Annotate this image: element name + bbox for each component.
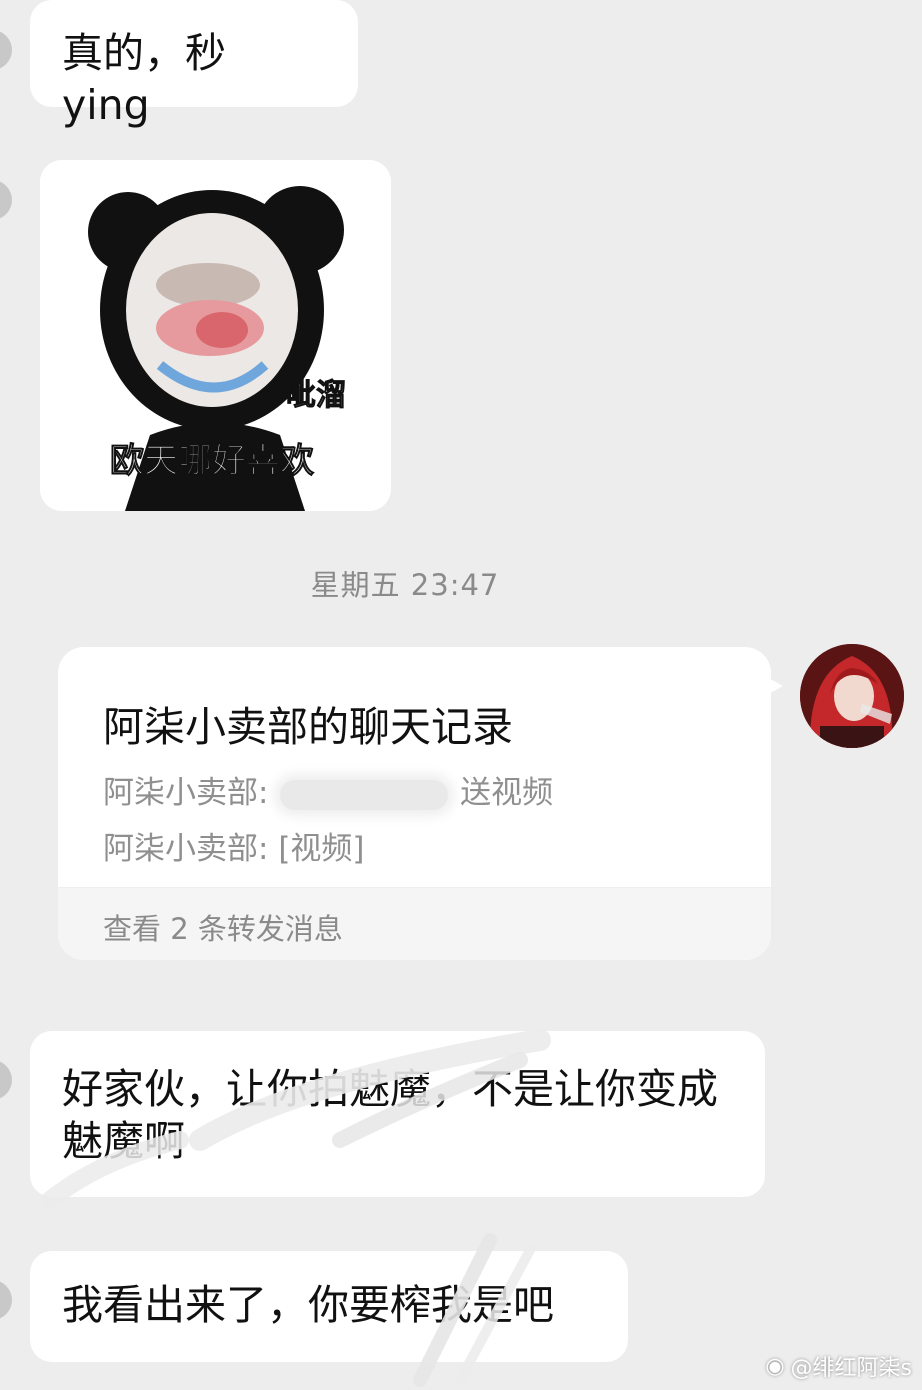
timestamp: 星期五 23:47 [310,568,500,602]
message-text: 好家伙，让你拍魅魔，不是让你变成魅魔啊 [62,1065,718,1165]
message-bubble[interactable]: 真的，秒 ying [30,0,358,129]
bubble-tail [765,676,783,696]
forwarded-preview-line: 阿柒小卖部: [视频] [103,823,365,868]
panda-meme-sticker: 欧天哪好喜欢 呲溜 [40,160,391,511]
contact-avatar[interactable] [0,1060,12,1100]
message-bubble[interactable]: 好家伙，让你拍魅魔，不是让你变成魅魔啊 [30,1031,765,1197]
watermark-text: @绯红阿柒s [790,1356,912,1381]
sticker-message[interactable]: 欧天哪好喜欢 呲溜 [40,160,391,511]
sticker-caption-side: 呲溜 [286,379,346,412]
forwarded-card-footer[interactable]: 查看 2 条转发消息 [58,887,771,960]
preview-text: [视频] [278,831,365,867]
preview-sender: 阿柒小卖部: [103,831,269,867]
contact-avatar[interactable] [0,180,12,220]
contact-avatar[interactable] [0,30,12,70]
forwarded-preview-line: 阿柒小卖部: 送视频 [103,767,553,812]
contact-avatar[interactable] [0,1280,12,1320]
message-bubble[interactable]: 我看出来了，你要榨我是吧 [30,1251,628,1362]
self-avatar[interactable] [800,644,904,748]
view-forwarded-link[interactable]: 查看 2 条转发消息 [103,906,343,948]
message-text: 真的，秒 ying [62,29,226,129]
weibo-logo-icon: ◉ [765,1353,785,1379]
blurred-redaction [280,779,449,810]
weibo-watermark: ◉ @绯红阿柒s [765,1350,912,1382]
forwarded-chat-card[interactable]: 阿柒小卖部的聊天记录 阿柒小卖部: 送视频 阿柒小卖部: [视频] 查看 2 条… [58,647,771,960]
sticker-caption-main: 欧天哪好喜欢 [110,442,314,480]
forwarded-card-title: 阿柒小卖部的聊天记录 [103,703,513,751]
preview-text: 送视频 [460,775,554,811]
message-text: 我看出来了，你要榨我是吧 [62,1281,554,1329]
preview-sender: 阿柒小卖部: [103,775,269,811]
